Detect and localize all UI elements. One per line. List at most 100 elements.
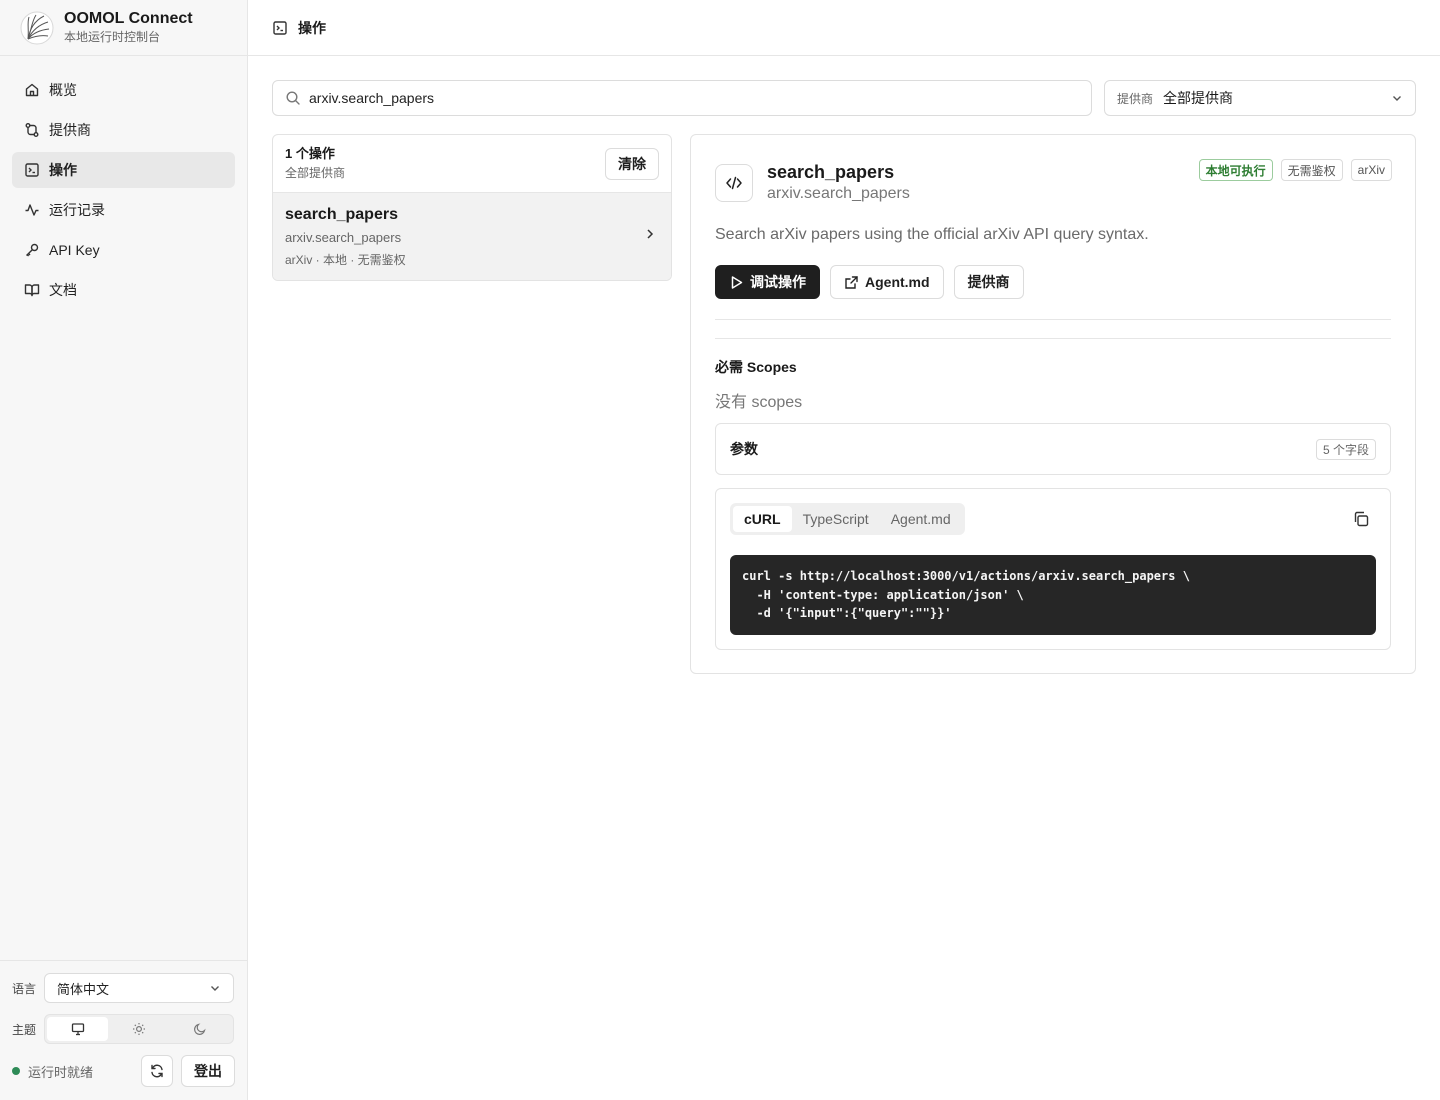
chevron-down-icon [1393, 96, 1401, 101]
scopes-empty-text: 没有 scopes [715, 394, 803, 411]
provider-filter-select[interactable]: 提供商 全部提供商 [1104, 80, 1416, 116]
search-input[interactable] [309, 90, 1069, 106]
params-title: 参数 [730, 441, 758, 457]
agent-md-button[interactable]: Agent.md [830, 265, 944, 299]
theme-label: 主题 [12, 1022, 37, 1037]
action-description: Search arXiv papers using the official a… [715, 226, 1149, 243]
brand: OOMOL Connect 本地运行时控制台 [0, 0, 247, 56]
status-dot [12, 1067, 20, 1075]
action-list-scope: 全部提供商 [285, 166, 346, 180]
list-item[interactable]: search_papers arxiv.search_papers arXiv … [273, 193, 671, 280]
route-icon [25, 123, 39, 137]
sidebar-item-providers[interactable]: 提供商 [12, 112, 235, 148]
sidebar-item-api-key[interactable]: API Key [12, 232, 235, 268]
page-title: 操作 [298, 19, 326, 36]
theme-system-button[interactable] [47, 1017, 109, 1041]
sidebar-item-actions[interactable]: 操作 [12, 152, 235, 188]
refresh-icon [151, 1064, 163, 1078]
sidebar-item-label: 操作 [49, 162, 77, 178]
sidebar-item-label: 提供商 [49, 122, 91, 138]
list-item-id: arxiv.search_papers [285, 230, 402, 245]
main-content: 操作 提供商 全部提供商 1 个操作 全部提供商 清除 search_paper… [248, 0, 1440, 1100]
language-value: 简体中文 [57, 981, 110, 997]
code-block: curl -s http://localhost:3000/v1/actions… [730, 555, 1376, 635]
provider-button[interactable]: 提供商 [953, 265, 1024, 299]
refresh-button[interactable] [141, 1055, 173, 1087]
theme-light-button[interactable] [108, 1017, 169, 1041]
app-subtitle: 本地运行时控制台 [64, 30, 161, 44]
sun-icon [132, 1023, 145, 1035]
logout-button[interactable]: 登出 [181, 1055, 235, 1087]
tab-typescript[interactable]: TypeScript [792, 506, 880, 532]
external-link-icon [845, 275, 858, 289]
code-line: curl -s http://localhost:3000/v1/actions… [742, 569, 1190, 583]
status-badge-provider: arXiv [1350, 159, 1392, 181]
action-title: search_papers [767, 162, 895, 182]
language-select[interactable]: 简体中文 [44, 973, 234, 1003]
params-count-badge: 5 个字段 [1315, 438, 1376, 460]
action-id: arxiv.search_papers [767, 185, 910, 202]
runtime-status-text: 运行时就绪 [28, 1064, 94, 1080]
sidebar-item-label: 文档 [49, 282, 77, 298]
app-name: OOMOL Connect [64, 10, 193, 27]
copy-icon[interactable] [1352, 510, 1370, 528]
tab-agent-md[interactable]: Agent.md [880, 506, 962, 532]
book-icon [24, 284, 40, 297]
moon-icon [194, 1023, 206, 1035]
sidebar: OOMOL Connect 本地运行时控制台 概览 提供商 操作 运行记录 AP… [0, 0, 248, 1100]
provider-filter-label: 提供商 [1117, 91, 1154, 106]
theme-switcher [44, 1014, 234, 1044]
chevron-down-icon [211, 986, 219, 991]
chevron-right-icon [647, 229, 654, 239]
code-line: -H 'content-type: application/json' \ [742, 587, 1024, 602]
activity-icon [25, 204, 39, 216]
key-icon [26, 243, 39, 257]
try-action-label: 调试操作 [750, 274, 806, 290]
sidebar-item-label: 运行记录 [49, 202, 105, 218]
oomol-logo-icon [20, 11, 54, 44]
topbar: 操作 [248, 0, 1440, 56]
list-item-meta: arXiv · 本地 · 无需鉴权 [285, 253, 406, 267]
action-badges: 本地可执行 无需鉴权 arXiv [1198, 159, 1392, 181]
play-icon [731, 275, 743, 289]
language-label: 语言 [12, 981, 37, 996]
sidebar-nav: 概览 提供商 操作 运行记录 API Key 文档 [0, 56, 247, 308]
runtime-status-row: 运行时就绪 登出 [12, 1055, 235, 1087]
theme-dark-button[interactable] [170, 1017, 231, 1041]
sidebar-item-overview[interactable]: 概览 [12, 72, 235, 108]
sidebar-item-docs[interactable]: 文档 [12, 272, 235, 308]
list-item-title: search_papers [285, 206, 398, 223]
action-count: 1 个操作 [285, 146, 335, 161]
code-icon [715, 164, 753, 202]
action-detail-panel: search_papers arxiv.search_papers 本地可执行 … [690, 134, 1416, 674]
provider-filter-value: 全部提供商 [1163, 90, 1234, 106]
terminal-icon [273, 20, 287, 35]
terminal-icon [25, 163, 39, 177]
agent-md-label: Agent.md [865, 274, 930, 290]
language-row: 语言 简体中文 [12, 973, 234, 1003]
action-list-header: 1 个操作 全部提供商 清除 [273, 135, 671, 193]
clear-button[interactable]: 清除 [605, 147, 659, 180]
sidebar-footer: 语言 简体中文 主题 运行时就绪 登出 [0, 960, 247, 1100]
status-badge-local: 本地可执行 [1198, 159, 1273, 181]
search-box [272, 80, 1092, 116]
try-action-button[interactable]: 调试操作 [715, 265, 820, 299]
code-tabs: cURL TypeScript Agent.md [730, 503, 965, 535]
theme-row: 主题 [12, 1014, 234, 1044]
sidebar-item-runs[interactable]: 运行记录 [12, 192, 235, 228]
home-icon [25, 83, 39, 97]
code-example-box: cURL TypeScript Agent.md curl -s http://… [715, 488, 1391, 650]
params-section[interactable]: 参数 5 个字段 [715, 423, 1391, 475]
divider [715, 319, 1391, 320]
status-badge-auth: 无需鉴权 [1280, 159, 1343, 181]
code-line: -d '{"input":{"query":""}}' [742, 606, 952, 620]
sidebar-item-label: 概览 [49, 82, 77, 98]
action-list-panel: 1 个操作 全部提供商 清除 search_papers arxiv.searc… [272, 134, 672, 281]
divider [715, 338, 1391, 339]
tab-curl[interactable]: cURL [733, 506, 792, 532]
sidebar-item-label: API Key [49, 242, 100, 258]
scopes-title: 必需 Scopes [715, 359, 797, 375]
monitor-icon [71, 1023, 84, 1036]
action-buttons: 调试操作 Agent.md 提供商 [715, 265, 1024, 299]
search-icon [286, 91, 300, 105]
